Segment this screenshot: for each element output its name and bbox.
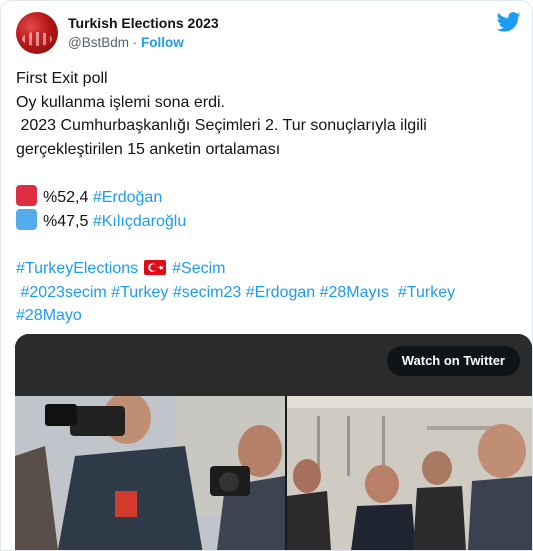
hashtag-link[interactable]: #28Mayıs — [320, 284, 389, 301]
hashtag-link[interactable]: #Erdoğan — [93, 189, 162, 206]
hashtag-link[interactable]: #28Mayo — [16, 307, 82, 324]
text-line: First Exit poll — [16, 70, 108, 87]
blue-square-icon — [16, 209, 37, 230]
result-row-erdogan: %52,4 #Erdoğan — [16, 184, 526, 210]
separator: · — [132, 35, 138, 50]
hashtag-link[interactable]: #Secim — [172, 260, 225, 277]
corridor-image — [287, 396, 532, 550]
photographers-image — [15, 396, 285, 550]
tweet-card: Turkish Elections 2023 @BstBdm · Follow … — [0, 0, 533, 551]
text-line: 2023 Cumhurbaşkanlığı Seçimleri 2. Tur s… — [16, 117, 427, 134]
hashtag-link[interactable]: #Turkey — [111, 284, 168, 301]
watch-on-twitter-button[interactable]: Watch on Twitter — [386, 346, 520, 376]
result-value: %52,4 — [43, 188, 89, 206]
turkey-flag-icon — [144, 260, 167, 275]
twitter-bird-icon[interactable] — [497, 12, 521, 32]
hashtag-link[interactable]: #Kılıçdaroğlu — [93, 213, 186, 230]
red-square-icon — [16, 184, 37, 206]
result-value: %47,5 — [43, 213, 89, 230]
tweet-text: First Exit poll Oy kullanma işlemi sona … — [16, 67, 526, 328]
text-line: Oy kullanma işlemi sona erdi. — [16, 93, 225, 111]
video-frame-right — [287, 396, 532, 550]
hashtag-link[interactable]: #secim23 — [173, 284, 241, 301]
hashtag-row: #TurkeyElections #Secim — [16, 257, 526, 281]
tweet-header: Turkish Elections 2023 @BstBdm · Follow — [16, 12, 521, 56]
video-preview[interactable]: Watch on Twitter — [15, 334, 532, 550]
account-name[interactable]: Turkish Elections 2023 — [68, 15, 219, 31]
hashtag-link[interactable]: #Erdogan — [246, 284, 315, 301]
account-handle[interactable]: @BstBdm — [68, 35, 129, 50]
hashtag-link[interactable]: #Turkey — [393, 284, 455, 301]
text-line: gerçekleştirilen 15 anketin ortalaması — [16, 140, 281, 158]
hashtag-link[interactable]: #2023secim — [16, 284, 106, 301]
follow-button[interactable]: Follow — [141, 35, 184, 50]
hashtag-row: #28Mayo — [16, 304, 526, 328]
result-row-kilicdaroglu: %47,5 #Kılıçdaroğlu — [16, 209, 526, 234]
avatar[interactable] — [16, 12, 58, 54]
hashtag-link[interactable]: #TurkeyElections — [16, 260, 138, 277]
handle-row: @BstBdm · Follow — [68, 35, 184, 50]
video-frame-left — [15, 396, 285, 550]
hashtag-row: #2023secim #Turkey #secim23 #Erdogan #28… — [16, 281, 526, 305]
